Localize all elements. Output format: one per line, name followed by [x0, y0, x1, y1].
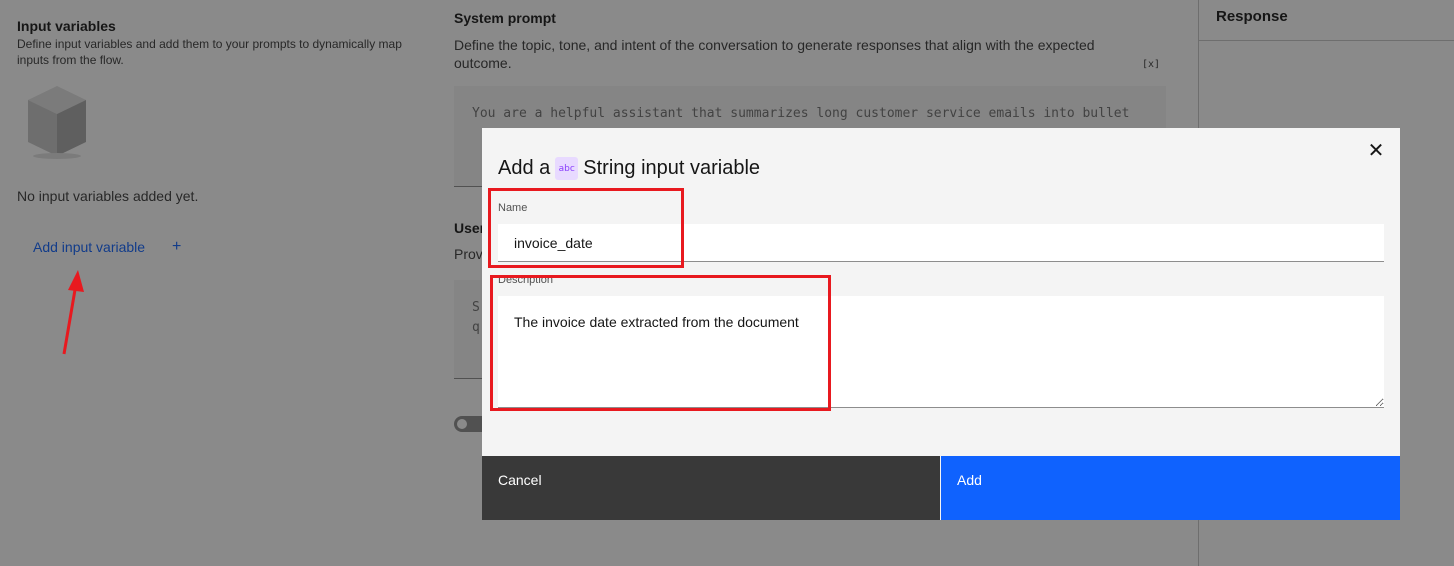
description-label: Description	[498, 274, 554, 286]
name-input[interactable]	[498, 224, 1384, 262]
cancel-button[interactable]: Cancel	[482, 456, 940, 520]
modal-title-prefix: Add a	[498, 157, 551, 179]
name-label: Name	[498, 202, 528, 214]
modal-title-suffix: String input variable	[583, 157, 761, 179]
close-icon[interactable]: ✕	[1366, 141, 1386, 161]
string-type-icon: abc	[555, 157, 579, 180]
modal-title: Add a abc String input variable	[498, 157, 760, 180]
description-input[interactable]: The invoice date extracted from the docu…	[498, 296, 1384, 408]
add-button[interactable]: Add	[941, 456, 1400, 520]
add-variable-modal: Add a abc String input variable ✕ Name D…	[482, 128, 1400, 520]
